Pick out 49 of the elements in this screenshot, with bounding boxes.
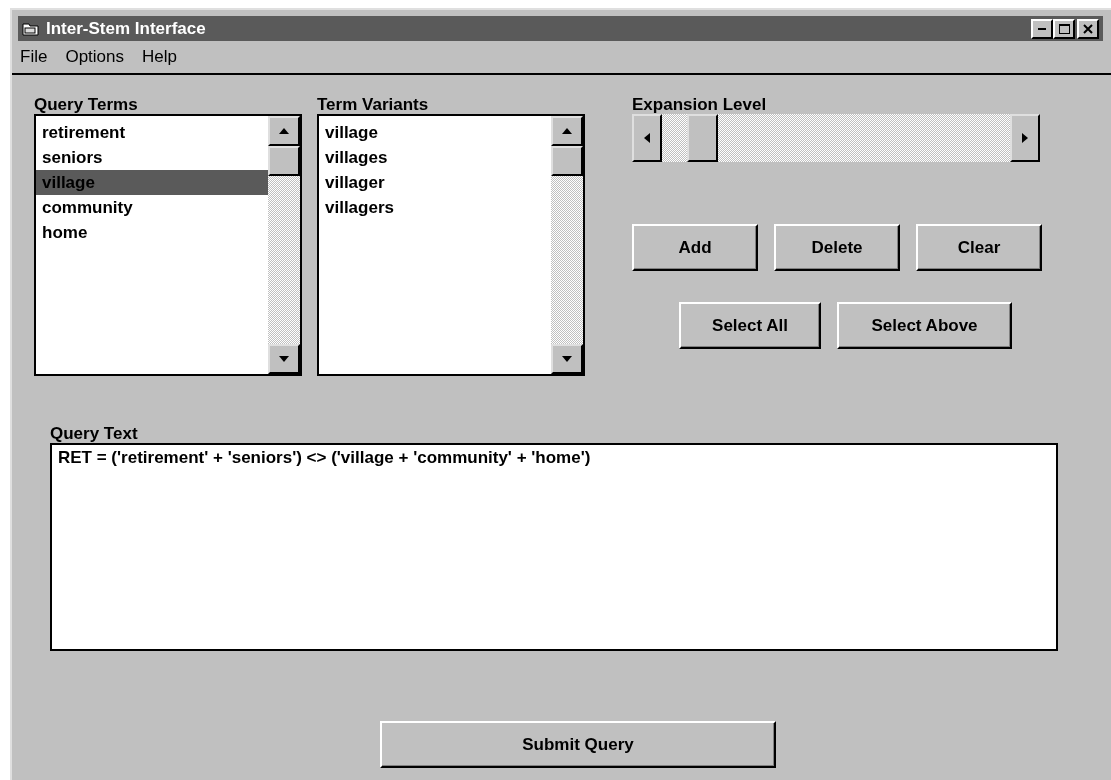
minimize-button[interactable] bbox=[1031, 18, 1053, 39]
menu-item[interactable]: Help bbox=[142, 47, 177, 73]
query-text-label: Query Text bbox=[50, 424, 139, 444]
scroll-thumb[interactable] bbox=[551, 146, 583, 176]
menu-item[interactable]: Options bbox=[65, 47, 124, 73]
action-button[interactable]: Add bbox=[632, 224, 758, 271]
scroll-bar[interactable] bbox=[268, 116, 300, 374]
action-button[interactable]: Delete bbox=[774, 224, 900, 271]
maximize-icon bbox=[1058, 23, 1070, 34]
scroll-left-button[interactable] bbox=[632, 114, 662, 162]
scroll-up-button[interactable] bbox=[268, 116, 300, 146]
scroll-up-button[interactable] bbox=[551, 116, 583, 146]
scroll-right-button[interactable] bbox=[1010, 114, 1040, 162]
slider-thumb[interactable] bbox=[687, 114, 719, 162]
down-arrow-icon bbox=[279, 356, 289, 362]
list-label: Query Terms bbox=[34, 95, 139, 115]
app-icon bbox=[22, 20, 40, 37]
menu-item[interactable]: File bbox=[20, 47, 48, 73]
scroll-bar[interactable] bbox=[551, 116, 583, 374]
up-arrow-icon bbox=[562, 128, 572, 134]
left-arrow-icon bbox=[644, 133, 650, 143]
minimize-icon bbox=[1038, 27, 1046, 30]
list-item[interactable]: village bbox=[319, 120, 551, 145]
scroll-thumb[interactable] bbox=[268, 146, 300, 176]
list-item[interactable]: villagers bbox=[319, 195, 551, 220]
list-item[interactable]: villages bbox=[319, 145, 551, 170]
action-button[interactable]: Clear bbox=[916, 224, 1042, 271]
maximize-button[interactable] bbox=[1053, 18, 1075, 39]
list-box[interactable]: village villages villager villagers bbox=[317, 114, 585, 376]
scroll-down-button[interactable] bbox=[268, 344, 300, 374]
list-item[interactable]: home bbox=[36, 220, 268, 245]
close-button[interactable] bbox=[1077, 18, 1099, 39]
query-text-field[interactable]: RET = ('retirement' + 'seniors') <> ('village + 'community' + 'home') bbox=[50, 443, 1058, 651]
list-item[interactable]: retirement bbox=[36, 120, 268, 145]
close-icon bbox=[1083, 23, 1093, 34]
list-box[interactable]: retirement seniors village community home bbox=[34, 114, 302, 376]
submit-button[interactable]: Submit Query bbox=[380, 721, 776, 768]
scroll-down-button[interactable] bbox=[551, 344, 583, 374]
right-arrow-icon bbox=[1022, 133, 1028, 143]
list-item[interactable]: seniors bbox=[36, 145, 268, 170]
list-item[interactable]: villager bbox=[319, 170, 551, 195]
select-button[interactable]: Select All bbox=[679, 302, 821, 349]
list-label: Term Variants bbox=[317, 95, 430, 115]
list-item[interactable]: community bbox=[36, 195, 268, 220]
window-title: Inter-Stem Interface bbox=[46, 18, 206, 39]
slider-label: Expansion Level bbox=[632, 95, 768, 115]
up-arrow-icon bbox=[279, 128, 289, 134]
down-arrow-icon bbox=[562, 356, 572, 362]
select-button[interactable]: Select Above bbox=[837, 302, 1012, 349]
